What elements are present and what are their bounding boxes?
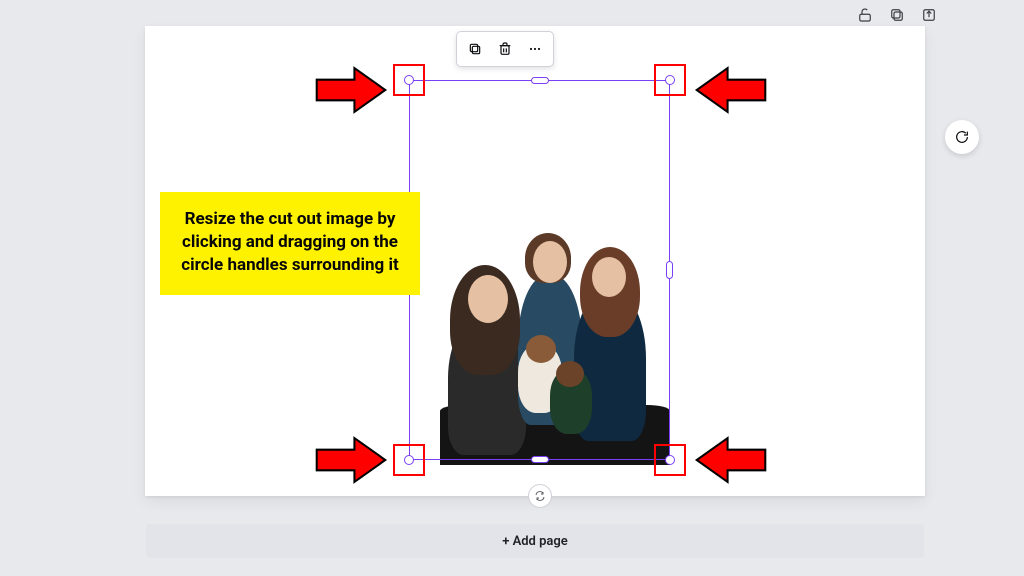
resize-handle-bottom-right[interactable] <box>665 455 675 465</box>
page-actions-group <box>856 6 938 24</box>
selection-box[interactable] <box>409 80 670 460</box>
annotation-note: Resize the cut out image by clicking and… <box>160 192 420 295</box>
export-icon[interactable] <box>920 6 938 24</box>
more-button[interactable] <box>521 36 549 62</box>
resize-handle-top-right[interactable] <box>665 75 675 85</box>
resize-handle-top-left[interactable] <box>404 75 414 85</box>
add-page-label: + Add page <box>502 534 568 549</box>
duplicate-button[interactable] <box>461 36 489 62</box>
resize-handle-top[interactable] <box>531 77 549 84</box>
resize-handle-bottom[interactable] <box>531 456 549 463</box>
delete-button[interactable] <box>491 36 519 62</box>
duplicate-page-icon[interactable] <box>888 6 906 24</box>
annotation-note-text: Resize the cut out image by clicking and… <box>181 209 398 275</box>
resize-handle-right[interactable] <box>666 261 673 279</box>
resize-handle-bottom-left[interactable] <box>404 455 414 465</box>
add-page-button[interactable]: + Add page <box>146 524 924 558</box>
unlock-icon[interactable] <box>856 6 874 24</box>
regenerate-button[interactable] <box>945 120 979 154</box>
element-toolbar <box>456 31 554 67</box>
sync-button[interactable] <box>528 484 552 508</box>
